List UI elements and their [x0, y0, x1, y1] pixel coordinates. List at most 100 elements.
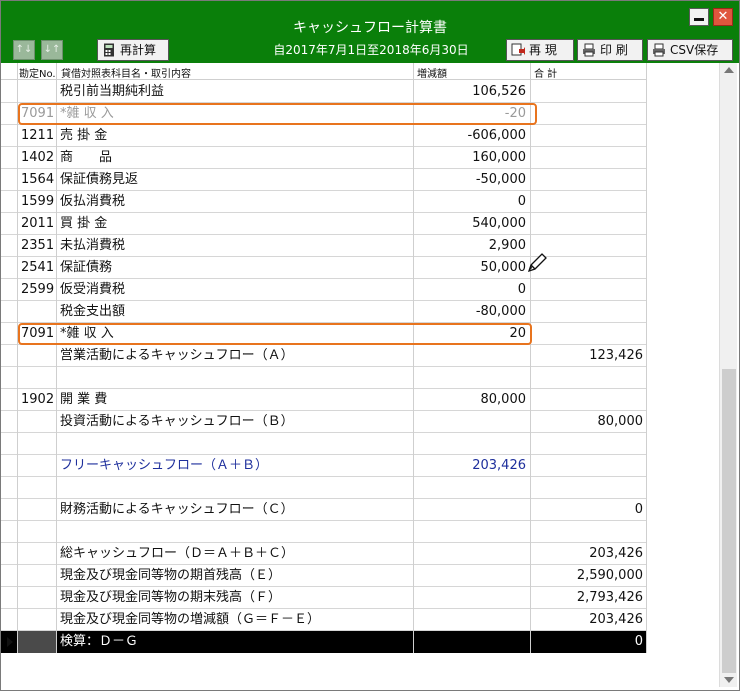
row-selector[interactable]: [1, 521, 17, 543]
total-value: [531, 279, 647, 301]
row-selector[interactable]: [1, 191, 17, 213]
csv-save-button[interactable]: CSV保存: [647, 39, 733, 61]
close-button[interactable]: ✕: [713, 8, 733, 26]
item-name: 現金及び現金同等物の期末残高（Ｆ）: [60, 590, 282, 605]
table-row[interactable]: 1599 仮払消費税 0: [1, 191, 647, 213]
table-row[interactable]: 現金及び現金同等物の増減額（Ｇ＝Ｆ－Ｅ） 203,426: [1, 609, 647, 631]
table-row[interactable]: 投資活動によるキャッシュフロー（Ｂ） 80,000: [1, 411, 647, 433]
row-selector[interactable]: [1, 81, 17, 103]
amount-value: -80,000: [475, 304, 526, 319]
amount-value: 80,000: [480, 392, 527, 407]
column-divider: [56, 63, 57, 653]
table-row[interactable]: 総キャッシュフロー（Ｄ＝Ａ＋Ｂ＋Ｃ） 203,426: [1, 543, 647, 565]
table-row[interactable]: 2599 仮受消費税 0: [1, 279, 647, 301]
total-value: [531, 125, 647, 147]
recalc-button[interactable]: 再計算: [97, 39, 169, 61]
row-selector[interactable]: [1, 499, 17, 521]
table-row[interactable]: 現金及び現金同等物の期末残高（Ｆ） 2,793,426: [1, 587, 647, 609]
table-row[interactable]: 税金支出額 -80,000: [1, 301, 647, 323]
table-row[interactable]: フリーキャッシュフロー（Ａ＋Ｂ） 203,426: [1, 455, 647, 477]
sort-up-icon[interactable]: ↑↓: [13, 40, 35, 60]
row-selector[interactable]: [1, 631, 17, 653]
row-selector[interactable]: [1, 455, 17, 477]
row-selector[interactable]: [1, 169, 17, 191]
row-selector[interactable]: [1, 477, 17, 499]
amount-value: [414, 543, 530, 565]
table-row[interactable]: 2541 保証債務 50,000: [1, 257, 647, 279]
item-name: 税金支出額: [60, 304, 126, 319]
total-value: [531, 323, 647, 345]
minimize-button[interactable]: [689, 8, 709, 26]
row-selector[interactable]: [1, 301, 17, 323]
highlight-box-bottom: [18, 323, 532, 345]
table-row[interactable]: 1564 保証債務見返 -50,000: [1, 169, 647, 191]
amount-value: 0: [517, 194, 526, 209]
account-code: 1599: [21, 194, 55, 209]
item-name: 保証債務: [60, 260, 113, 275]
print-button[interactable]: 印 刷: [577, 39, 643, 61]
table-row[interactable]: [1, 367, 647, 389]
item-name: 売 掛 金: [60, 128, 108, 143]
table-row[interactable]: 1902 開 業 費 80,000: [1, 389, 647, 411]
column-header-amount: 増減額: [417, 69, 447, 80]
row-selector[interactable]: [1, 389, 17, 411]
table-row[interactable]: 税引前当期純利益 106,526: [1, 81, 647, 103]
table-row[interactable]: [1, 477, 647, 499]
table-row[interactable]: 1211 売 掛 金 -606,000: [1, 125, 647, 147]
table-row[interactable]: 現金及び現金同等物の期首残高（Ｅ） 2,590,000: [1, 565, 647, 587]
table-row[interactable]: [1, 521, 647, 543]
total-value: [531, 301, 647, 323]
amount-value: 203,426: [472, 458, 526, 473]
account-code: 1402: [21, 150, 55, 165]
row-selector[interactable]: [1, 345, 17, 367]
printer-icon: [583, 43, 595, 57]
amount-value: 540,000: [472, 216, 526, 231]
column-header-code: 勘定No.: [19, 69, 56, 80]
table-row[interactable]: 2011 買 掛 金 540,000: [1, 213, 647, 235]
row-selector[interactable]: [1, 279, 17, 301]
table-row[interactable]: 営業活動によるキャッシュフロー（Ａ） 123,426: [1, 345, 647, 367]
table-row[interactable]: 2351 未払消費税 2,900: [1, 235, 647, 257]
scroll-up-icon[interactable]: [724, 67, 734, 73]
row-selector[interactable]: [1, 433, 17, 455]
item-name: 現金及び現金同等物の期首残高（Ｅ）: [60, 568, 282, 583]
period-range: 自2017年7月1日至2018年6月30日: [273, 43, 469, 57]
row-selector[interactable]: [1, 103, 17, 125]
redisplay-icon: [511, 43, 525, 56]
scrollbar-thumb[interactable]: [722, 369, 736, 673]
total-value: [531, 169, 647, 191]
row-selector[interactable]: [1, 257, 17, 279]
vertical-scrollbar[interactable]: [719, 63, 737, 687]
table-row[interactable]: [1, 433, 647, 455]
row-selector[interactable]: [1, 609, 17, 631]
sort-down-icon[interactable]: ↓↑: [41, 40, 63, 60]
item-name: 財務活動によるキャッシュフロー（Ｃ）: [60, 502, 294, 517]
row-selector[interactable]: [1, 411, 17, 433]
account-code: [18, 609, 56, 631]
row-selector[interactable]: [1, 565, 17, 587]
row-selector[interactable]: [1, 213, 17, 235]
row-selector[interactable]: [1, 235, 17, 257]
column-divider: [530, 63, 531, 653]
account-code: 2599: [21, 282, 55, 297]
amount-value: [414, 345, 530, 367]
scroll-down-icon[interactable]: [724, 677, 734, 683]
table-row[interactable]: 1402 商 品 160,000: [1, 147, 647, 169]
account-code: [18, 565, 56, 587]
recalc-label: 再計算: [120, 43, 157, 57]
item-name: 検算：Ｄ－Ｇ: [57, 631, 413, 653]
table-row[interactable]: 検算：Ｄ－Ｇ 0: [1, 631, 647, 653]
row-selector[interactable]: [1, 323, 17, 345]
row-selector[interactable]: [1, 543, 17, 565]
row-selector[interactable]: [1, 125, 17, 147]
item-name: 開 業 費: [60, 392, 108, 407]
row-selector[interactable]: [1, 147, 17, 169]
redisplay-button[interactable]: 再 現: [506, 39, 574, 61]
amount-value: 50,000: [480, 260, 527, 275]
table-row[interactable]: 財務活動によるキャッシュフロー（Ｃ） 0: [1, 499, 647, 521]
account-code: 2011: [21, 216, 55, 231]
column-header-total: 合 計: [534, 69, 558, 80]
row-selector[interactable]: [1, 587, 17, 609]
row-selector[interactable]: [1, 367, 17, 389]
total-value: 80,000: [597, 414, 644, 429]
